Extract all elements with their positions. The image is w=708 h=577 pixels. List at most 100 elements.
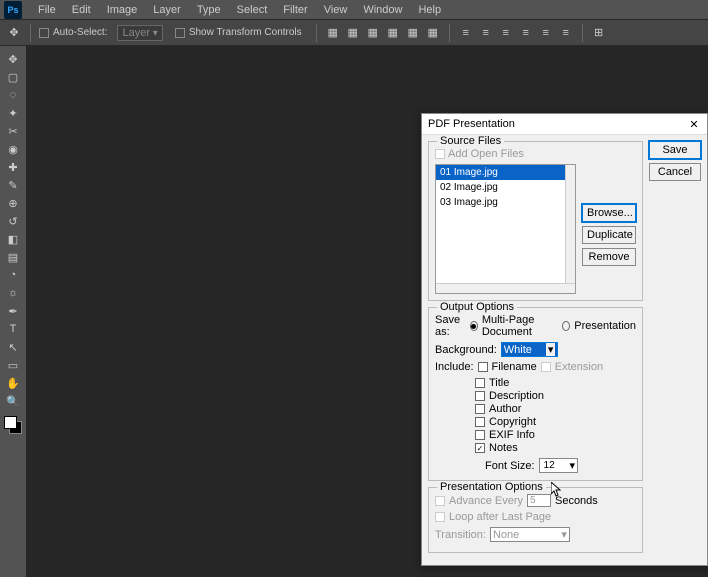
close-icon[interactable]: ✕ xyxy=(687,117,701,131)
auto-select-label: Auto-Select: xyxy=(53,27,107,38)
background-label: Background: xyxy=(435,344,497,356)
distribute-icon-5[interactable]: ≡ xyxy=(538,25,554,41)
stamp-tool-icon[interactable]: ⊕ xyxy=(2,194,24,212)
advance-seconds-input: 5 xyxy=(527,494,551,507)
dialog-titlebar: PDF Presentation ✕ xyxy=(422,114,707,135)
source-files-group: Source Files Add Open Files 01 Image.jpg… xyxy=(428,141,643,301)
align-icon-3[interactable]: ▦ xyxy=(365,25,381,41)
history-brush-icon[interactable]: ↺ xyxy=(2,212,24,230)
extension-label: Extension xyxy=(555,361,603,373)
list-item[interactable]: 02 Image.jpg xyxy=(436,180,575,195)
advance-every-checkbox xyxy=(435,496,445,506)
app-logo: Ps xyxy=(4,1,22,19)
distribute-icon-6[interactable]: ≡ xyxy=(558,25,574,41)
align-icon-2[interactable]: ▦ xyxy=(345,25,361,41)
scrollbar-vertical[interactable] xyxy=(565,165,575,293)
menu-layer[interactable]: Layer xyxy=(145,1,189,19)
presentation-radio[interactable] xyxy=(562,321,570,331)
zoom-tool-icon[interactable]: 🔍 xyxy=(2,392,24,410)
browse-button[interactable]: Browse... xyxy=(582,204,636,222)
background-dropdown[interactable]: White▾ xyxy=(501,342,559,357)
shape-tool-icon[interactable]: ▭ xyxy=(2,356,24,374)
crop-tool-icon[interactable]: ✂ xyxy=(2,122,24,140)
source-files-legend: Source Files xyxy=(437,135,504,147)
menu-filter[interactable]: Filter xyxy=(275,1,315,19)
path-tool-icon[interactable]: ↖ xyxy=(2,338,24,356)
transition-label: Transition: xyxy=(435,529,486,541)
tools-panel: ✥ ▢ ◌ ✦ ✂ ◉ ✚ ✎ ⊕ ↺ ◧ ▤ ◔ ☼ ✒ T ↖ ▭ ✋ 🔍 xyxy=(0,46,26,486)
move-tool-icon[interactable]: ✥ xyxy=(2,50,24,68)
source-file-list[interactable]: 01 Image.jpg 02 Image.jpg 03 Image.jpg xyxy=(435,164,576,294)
advance-every-label: Advance Every xyxy=(449,495,523,507)
scrollbar-horizontal[interactable] xyxy=(436,283,575,293)
hand-tool-icon[interactable]: ✋ xyxy=(2,374,24,392)
show-transform-checkbox[interactable] xyxy=(175,28,185,38)
type-tool-icon[interactable]: T xyxy=(2,320,24,338)
font-size-dropdown[interactable]: 12▾ xyxy=(539,458,579,473)
color-swatch[interactable] xyxy=(4,416,22,434)
multipage-label: Multi-Page Document xyxy=(482,314,559,338)
lasso-tool-icon[interactable]: ◌ xyxy=(2,86,24,104)
mode-icon[interactable]: ⊞ xyxy=(591,25,607,41)
list-item[interactable]: 03 Image.jpg xyxy=(436,195,575,210)
show-transform-label: Show Transform Controls xyxy=(189,27,302,38)
distribute-icon-4[interactable]: ≡ xyxy=(518,25,534,41)
menu-bar: Ps File Edit Image Layer Type Select Fil… xyxy=(0,0,708,20)
seconds-label: Seconds xyxy=(555,495,598,507)
options-bar: ✥ Auto-Select: Layer ▾ Show Transform Co… xyxy=(0,20,708,46)
layer-dropdown[interactable]: Layer ▾ xyxy=(117,25,162,41)
blur-tool-icon[interactable]: ◔ xyxy=(2,266,24,284)
remove-button[interactable]: Remove xyxy=(582,248,636,266)
font-size-label: Font Size: xyxy=(485,460,535,472)
heal-tool-icon[interactable]: ✚ xyxy=(2,158,24,176)
presentation-options-group: Presentation Options Advance Every 5 Sec… xyxy=(428,487,643,553)
align-icon-5[interactable]: ▦ xyxy=(405,25,421,41)
menu-window[interactable]: Window xyxy=(355,1,410,19)
distribute-icon[interactable]: ≡ xyxy=(458,25,474,41)
description-checkbox[interactable] xyxy=(475,391,485,401)
dodge-tool-icon[interactable]: ☼ xyxy=(2,284,24,302)
save-as-label: Save as: xyxy=(435,314,466,338)
brush-tool-icon[interactable]: ✎ xyxy=(2,176,24,194)
pdf-presentation-dialog: PDF Presentation ✕ Source Files Add Open… xyxy=(421,113,708,566)
pen-tool-icon[interactable]: ✒ xyxy=(2,302,24,320)
notes-checkbox[interactable] xyxy=(475,443,485,453)
eraser-tool-icon[interactable]: ◧ xyxy=(2,230,24,248)
exif-checkbox[interactable] xyxy=(475,430,485,440)
filename-checkbox[interactable] xyxy=(478,362,488,372)
save-button[interactable]: Save xyxy=(649,141,701,159)
align-icon[interactable]: ▦ xyxy=(325,25,341,41)
presentation-options-legend: Presentation Options xyxy=(437,481,546,493)
filename-label: Filename xyxy=(492,361,537,373)
notes-label: Notes xyxy=(489,442,518,454)
marquee-tool-icon[interactable]: ▢ xyxy=(2,68,24,86)
align-icon-4[interactable]: ▦ xyxy=(385,25,401,41)
gradient-tool-icon[interactable]: ▤ xyxy=(2,248,24,266)
menu-help[interactable]: Help xyxy=(410,1,449,19)
menu-edit[interactable]: Edit xyxy=(64,1,99,19)
distribute-icon-3[interactable]: ≡ xyxy=(498,25,514,41)
output-options-legend: Output Options xyxy=(437,301,517,313)
list-item[interactable]: 01 Image.jpg xyxy=(436,165,575,180)
align-icon-6[interactable]: ▦ xyxy=(425,25,441,41)
eyedropper-tool-icon[interactable]: ◉ xyxy=(2,140,24,158)
dialog-title: PDF Presentation xyxy=(428,118,515,130)
cancel-button[interactable]: Cancel xyxy=(649,163,701,181)
menu-select[interactable]: Select xyxy=(229,1,276,19)
menu-type[interactable]: Type xyxy=(189,1,229,19)
duplicate-button[interactable]: Duplicate xyxy=(582,226,636,244)
distribute-icon-2[interactable]: ≡ xyxy=(478,25,494,41)
title-label: Title xyxy=(489,377,509,389)
author-checkbox[interactable] xyxy=(475,404,485,414)
move-tool-icon[interactable]: ✥ xyxy=(6,25,22,41)
copyright-label: Copyright xyxy=(489,416,536,428)
menu-view[interactable]: View xyxy=(316,1,356,19)
auto-select-checkbox[interactable] xyxy=(39,28,49,38)
wand-tool-icon[interactable]: ✦ xyxy=(2,104,24,122)
include-label: Include: xyxy=(435,361,474,373)
menu-file[interactable]: File xyxy=(30,1,64,19)
title-checkbox[interactable] xyxy=(475,378,485,388)
copyright-checkbox[interactable] xyxy=(475,417,485,427)
multipage-radio[interactable] xyxy=(470,321,478,331)
menu-image[interactable]: Image xyxy=(99,1,146,19)
